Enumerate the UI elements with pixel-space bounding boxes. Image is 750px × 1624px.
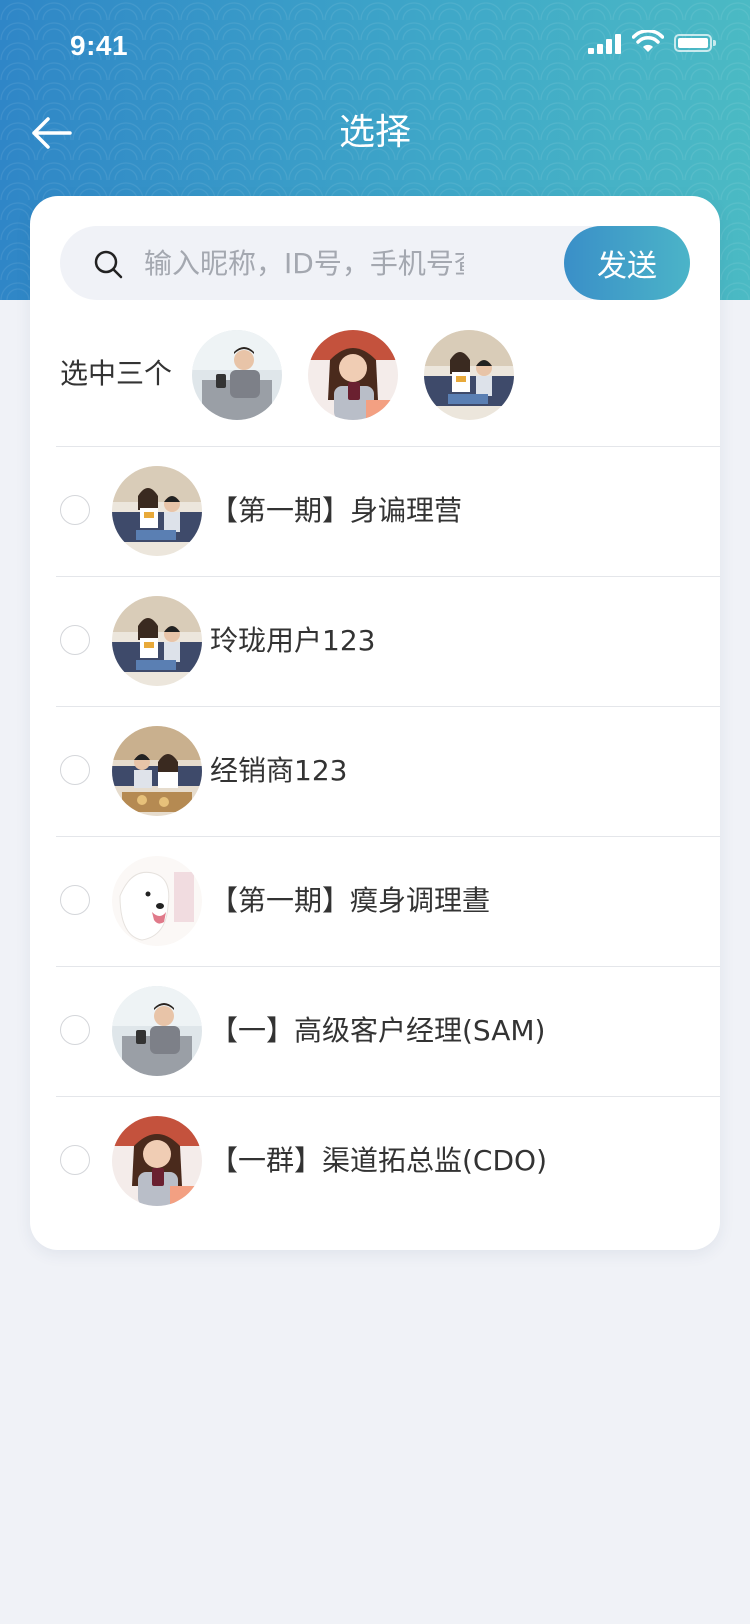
contact-row[interactable]: 【一群】渠道拓总监(CDO) [30, 1096, 720, 1226]
send-button[interactable]: 发送 [564, 226, 690, 300]
select-radio[interactable] [60, 755, 90, 785]
page-title: 选择 [338, 112, 411, 153]
contact-row[interactable]: 【第一期】身谝理营 [30, 446, 720, 576]
battery-icon [674, 34, 716, 52]
status-bar: 9:41 [0, 0, 750, 90]
selected-avatar-1[interactable] [192, 330, 282, 420]
contact-row[interactable]: 经销商123 [30, 706, 720, 836]
contact-name: 【第一期】瘼身调理晝 [210, 884, 491, 917]
contact-avatar [112, 1116, 202, 1206]
wifi-icon [632, 30, 664, 52]
contact-row[interactable]: 玲珑用户123 [30, 576, 720, 706]
contact-name: 【第一期】身谝理营 [210, 494, 463, 527]
search-input[interactable] [144, 226, 464, 300]
select-radio[interactable] [60, 1145, 90, 1175]
contact-name: 【一】高级客户经理(SAM) [210, 1014, 546, 1047]
selected-count-label: 选中三个 [60, 357, 173, 390]
select-radio[interactable] [60, 885, 90, 915]
selected-contacts-row: 选中三个 [60, 324, 690, 424]
contact-name: 玲珑用户123 [210, 624, 376, 657]
contact-avatar [112, 856, 202, 946]
contact-avatar [112, 466, 202, 556]
contact-picker-card: 发送 选中三个 [30, 196, 720, 1250]
contact-name: 经销商123 [210, 754, 348, 787]
status-time: 9:41 [70, 30, 129, 61]
search-bar: 发送 [60, 226, 690, 300]
select-radio[interactable] [60, 495, 90, 525]
signal-icon [588, 34, 624, 54]
contact-row[interactable]: 【第一期】瘼身调理晝 [30, 836, 720, 966]
contact-avatar [112, 596, 202, 686]
select-radio[interactable] [60, 625, 90, 655]
contact-name: 【一群】渠道拓总监(CDO) [210, 1144, 547, 1177]
selected-avatar-2[interactable] [308, 330, 398, 420]
search-icon [94, 250, 123, 279]
contact-avatar [112, 726, 202, 816]
selected-avatar-3[interactable] [424, 330, 514, 420]
contact-avatar [112, 986, 202, 1076]
contact-row[interactable]: 【一】高级客户经理(SAM) [30, 966, 720, 1096]
select-radio[interactable] [60, 1015, 90, 1045]
